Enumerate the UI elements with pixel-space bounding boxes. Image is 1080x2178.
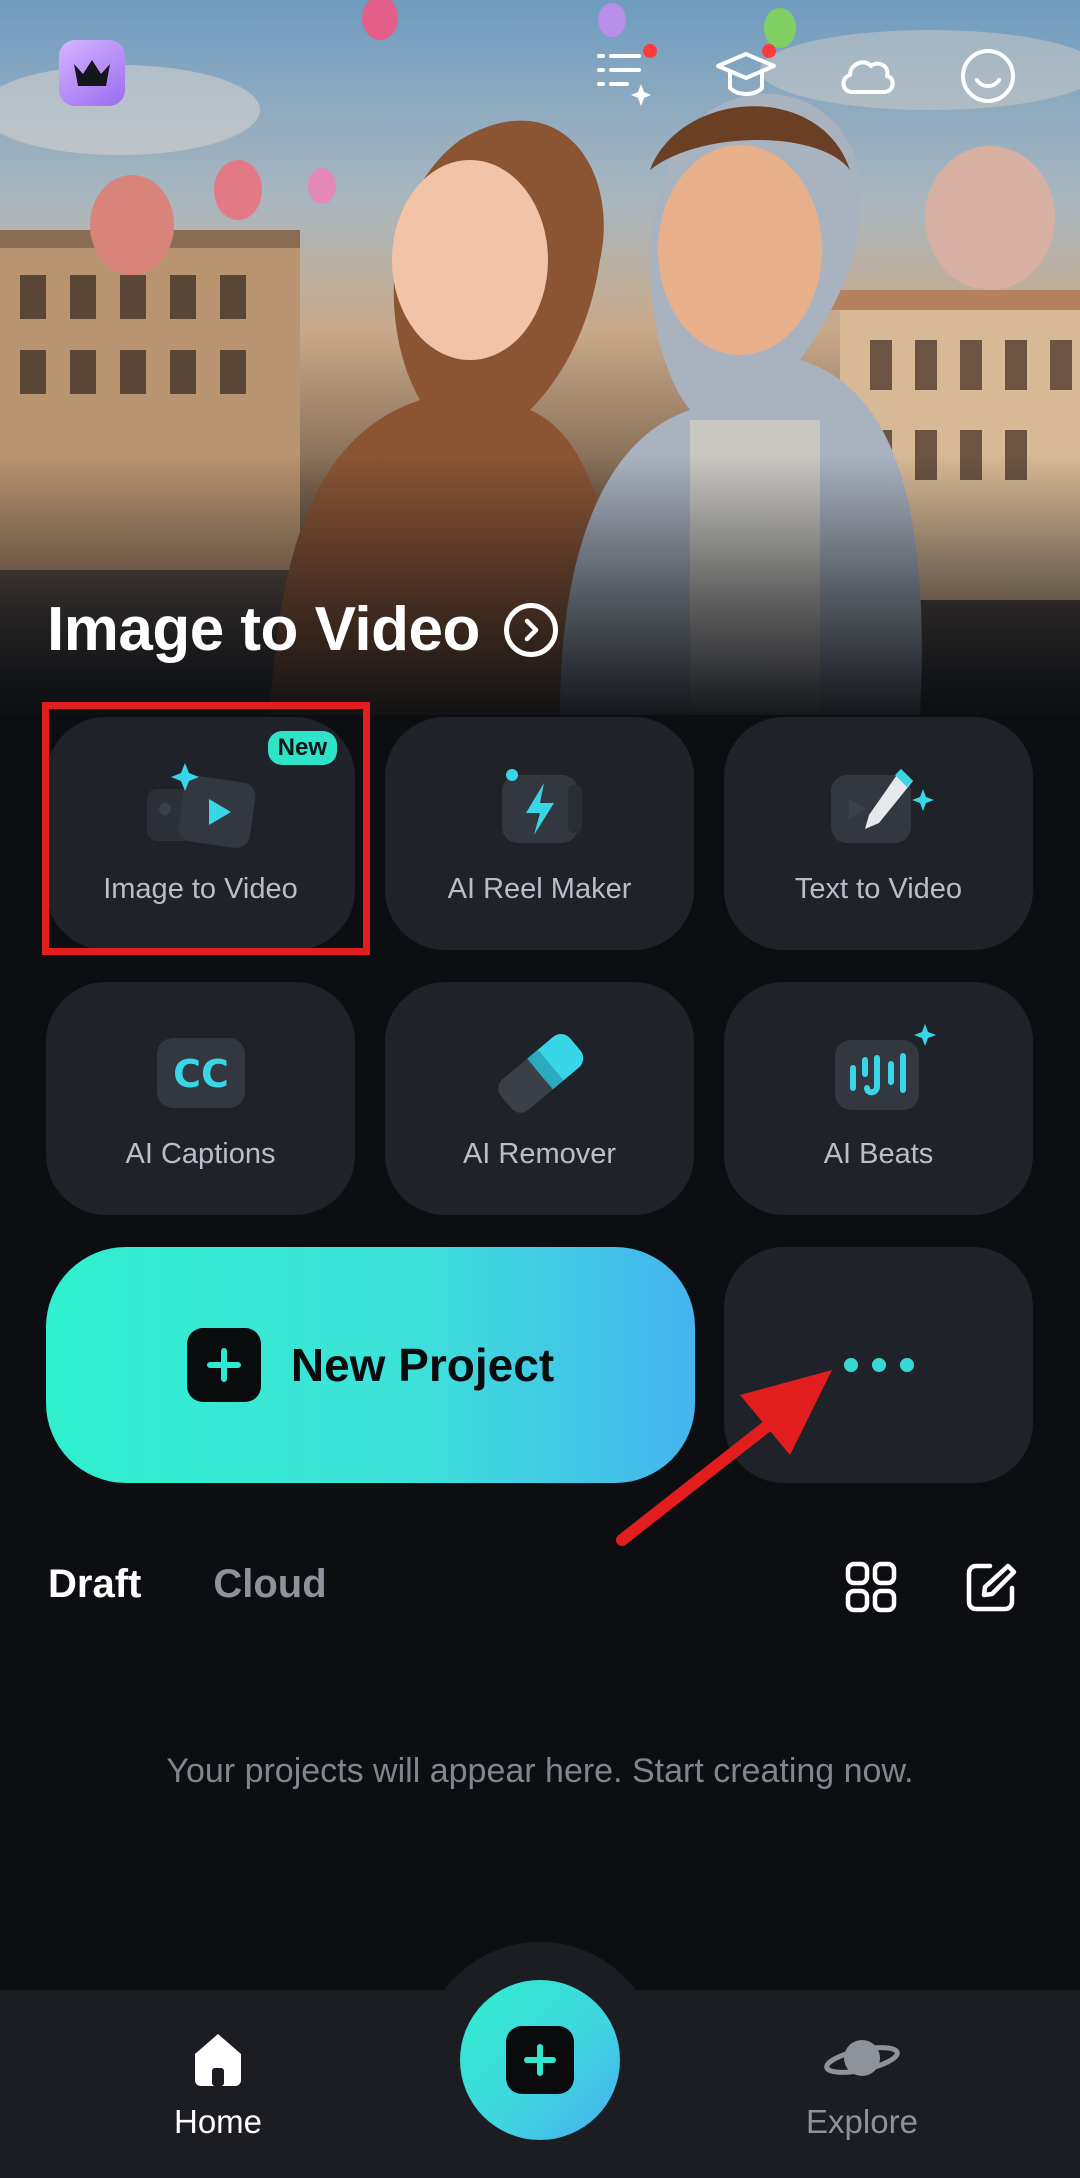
new-project-button[interactable]: New Project [46, 1247, 695, 1483]
more-dots-icon [843, 1358, 858, 1372]
tool-image-to-video[interactable]: New Image to Video [46, 717, 355, 950]
lightning-icon [482, 759, 598, 855]
nav-explore[interactable]: Explore [762, 2028, 962, 2141]
empty-state-message: Your projects will appear here. Start cr… [166, 1752, 914, 1790]
tool-label: Text to Video [794, 873, 963, 905]
hero-title-row[interactable]: Image to Video [47, 594, 558, 665]
image-to-video-icon [143, 759, 259, 855]
tool-label: AI Captions [125, 1138, 276, 1170]
tool-label: Image to Video [103, 873, 298, 905]
home-screen: Image to Video New Image to Video AI Ree… [0, 0, 1080, 2178]
create-fab-button[interactable] [460, 1980, 620, 2140]
crown-icon[interactable] [59, 40, 125, 106]
plus-icon [506, 2026, 574, 2094]
graduation-cap-icon[interactable] [706, 36, 786, 116]
chevron-right-circle-icon[interactable] [503, 602, 558, 657]
more-tools-button[interactable] [724, 1247, 1033, 1483]
tool-label: AI Beats [823, 1138, 934, 1170]
tool-ai-beats[interactable]: AI Beats [724, 982, 1033, 1215]
eraser-icon [482, 1024, 598, 1120]
cc-icon: CC [143, 1024, 259, 1120]
cloud-icon[interactable] [826, 36, 906, 116]
nav-home-label: Home [173, 2103, 263, 2140]
tool-ai-captions[interactable]: CC AI Captions [46, 982, 355, 1215]
task-list-icon[interactable] [585, 36, 665, 116]
tool-label: AI Remover [462, 1138, 617, 1170]
plus-icon [186, 1328, 261, 1402]
home-icon [195, 2034, 241, 2086]
tool-ai-reel-maker[interactable]: AI Reel Maker [385, 717, 694, 950]
smiley-icon[interactable] [948, 36, 1028, 116]
tool-text-to-video[interactable]: Text to Video [724, 717, 1033, 950]
tab-tools [844, 1560, 1018, 1619]
svg-text:CC: CC [173, 1052, 229, 1096]
planet-icon [824, 2040, 900, 2076]
tool-label: AI Reel Maker [447, 873, 632, 905]
project-tabs: Draft Cloud [48, 1562, 327, 1607]
top-bar [0, 36, 1080, 136]
new-project-label: New Project [290, 1339, 555, 1391]
music-beats-icon [821, 1024, 937, 1120]
grid-view-icon[interactable] [844, 1560, 898, 1619]
nav-home[interactable]: Home [118, 2028, 318, 2141]
nav-explore-label: Explore [806, 2103, 918, 2140]
edit-icon[interactable] [964, 1560, 1018, 1619]
tab-draft[interactable]: Draft [48, 1562, 141, 1607]
new-badge: New [267, 731, 337, 765]
pencil-video-icon [821, 759, 937, 855]
hero-title: Image to Video [47, 595, 480, 664]
tab-cloud[interactable]: Cloud [213, 1562, 326, 1607]
tool-ai-remover[interactable]: AI Remover [385, 982, 694, 1215]
